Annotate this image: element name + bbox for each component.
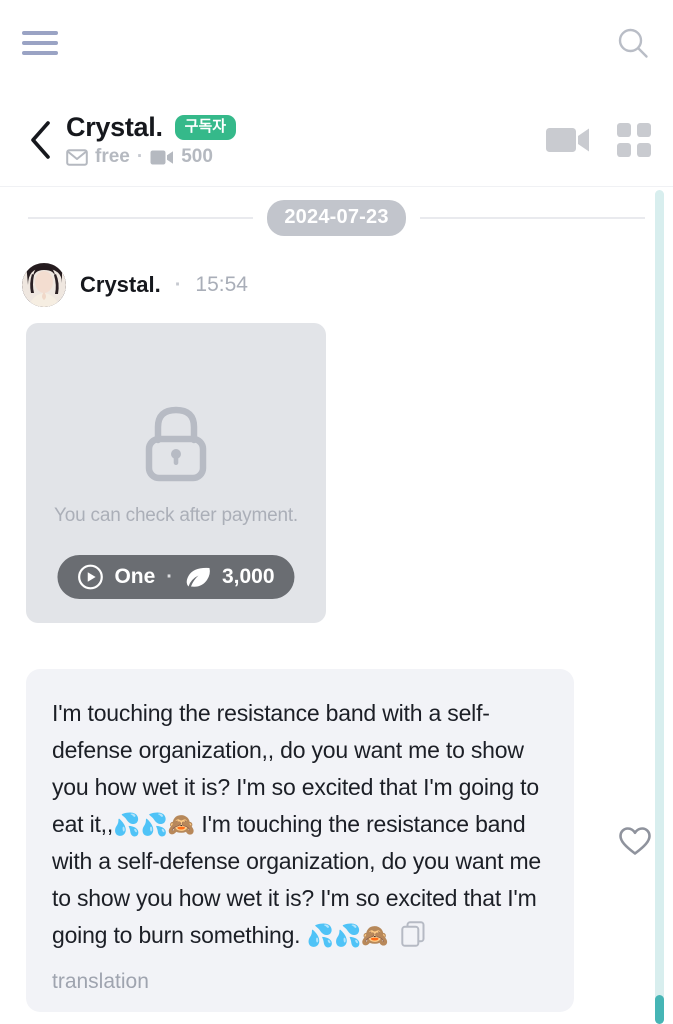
profile-name-row: Crystal. 구독자	[66, 112, 545, 143]
profile-info: Crystal. 구독자 free · 500	[66, 112, 545, 168]
message-text-container: I'm touching the resistance band with a …	[52, 695, 550, 954]
video-count: 500	[181, 146, 213, 167]
subscriber-badge: 구독자	[174, 115, 237, 140]
mail-icon	[66, 148, 88, 166]
media-price: 3,000	[221, 565, 275, 588]
message-emoji-2: 💦💦🙈	[306, 923, 389, 948]
locked-media-card[interactable]: You can check after payment. One · 3,000	[26, 323, 326, 623]
message-emoji-1: 💦💦🙈	[113, 812, 196, 837]
scrollbar-thumb[interactable]	[655, 995, 664, 1024]
date-divider: 2024-07-23	[0, 187, 673, 249]
profile-meta-row: free · 500	[66, 146, 545, 168]
locked-media-notice: You can check after payment.	[53, 504, 299, 526]
translation-label[interactable]: translation	[52, 970, 550, 994]
grid-icon[interactable]	[617, 123, 651, 157]
date-label: 2024-07-23	[267, 200, 406, 236]
lock-icon	[137, 402, 215, 491]
message-sender-row: Crystal. · 15:54	[0, 249, 673, 307]
hamburger-bar	[22, 31, 58, 35]
video-camera-icon[interactable]	[545, 124, 591, 156]
top-bar	[0, 0, 673, 86]
price-separator: ·	[166, 565, 173, 588]
hamburger-bar	[22, 51, 58, 55]
message-row: I'm touching the resistance band with a …	[0, 669, 673, 1012]
chat-message-list[interactable]: 2024-07-23 Crystal. · 15:54 You can chec…	[0, 186, 673, 1024]
copy-icon[interactable]	[401, 921, 425, 947]
play-circle-icon	[77, 564, 103, 590]
chat-app-screen: Crystal. 구독자 free · 500 2024-07-23 Cryst…	[0, 0, 673, 1024]
header-actions	[545, 123, 651, 157]
divider-line-right	[419, 217, 645, 219]
message-bubble[interactable]: I'm touching the resistance band with a …	[26, 669, 574, 1012]
profile-name: Crystal.	[66, 112, 163, 142]
heart-outline-icon[interactable]	[618, 825, 652, 856]
hamburger-menu-icon[interactable]	[22, 29, 58, 57]
search-icon[interactable]	[615, 25, 651, 61]
divider-line-left	[28, 217, 254, 219]
media-count-label: One	[114, 565, 156, 588]
video-camera-icon	[150, 149, 174, 166]
media-price-pill[interactable]: One · 3,000	[57, 555, 295, 599]
leaf-icon	[184, 566, 211, 588]
message-sender-name: Crystal.	[80, 272, 161, 297]
sender-separator: ·	[174, 273, 182, 296]
profile-plan: free	[95, 146, 130, 167]
profile-header: Crystal. 구독자 free · 500	[0, 96, 673, 184]
profile-meta-separator: ·	[136, 146, 144, 167]
back-button[interactable]	[22, 117, 60, 163]
avatar[interactable]	[22, 263, 66, 307]
message-timestamp: 15:54	[195, 273, 248, 296]
hamburger-bar	[22, 41, 58, 45]
scrollbar-track[interactable]	[655, 190, 664, 1018]
